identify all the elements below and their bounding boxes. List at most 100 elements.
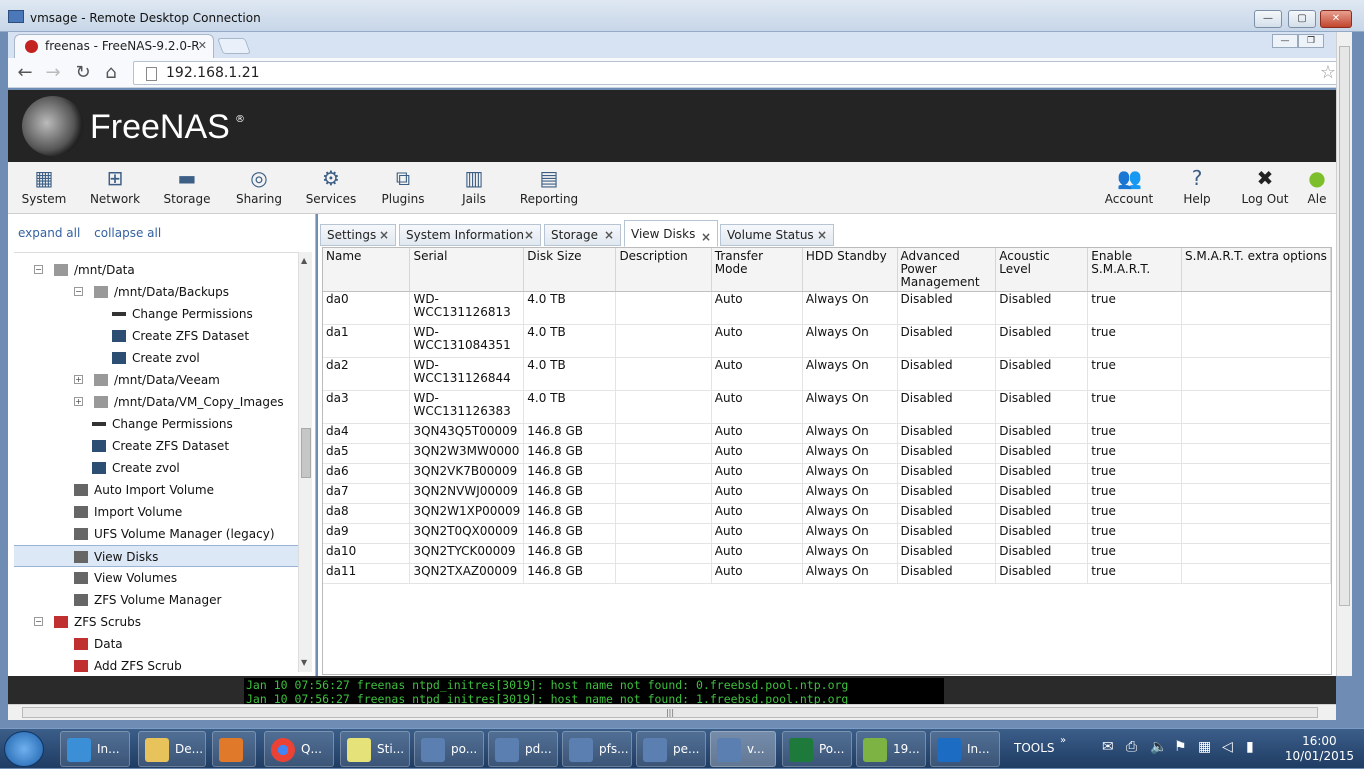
col-header[interactable]: Enable S.M.A.R.T. (1087, 248, 1182, 292)
tree-node-add-zfs-scrub[interactable]: Add ZFS Scrub (74, 655, 182, 672)
taskbar-rdp-3[interactable]: pfs... (562, 731, 632, 767)
home-icon[interactable]: ⌂ (100, 62, 122, 83)
browser-tab-freenas[interactable]: freenas - FreeNAS-9.2.0-R ✕ (14, 34, 214, 58)
col-header[interactable]: Name (323, 248, 411, 292)
reload-icon[interactable]: ↻ (72, 62, 94, 83)
minimize-button[interactable]: — (1254, 10, 1282, 28)
network-tray-icon[interactable]: ▦ (1198, 739, 1211, 755)
table-row[interactable]: da9 3QN2T0QX00009 146.8 GB Auto Always On Dis… (323, 523, 1331, 544)
taskbar-rdp-active[interactable]: v... (710, 731, 776, 767)
tab-settings[interactable]: Settings × (320, 224, 396, 246)
outlook-tray-icon[interactable]: ✉ (1102, 739, 1114, 755)
tree-node-zfs-scrubs[interactable]: − ZFS Scrubs (34, 611, 141, 633)
tree-node-create-zvol[interactable]: Create zvol (112, 347, 200, 369)
tree-node-view-volumes[interactable]: View Volumes (74, 567, 177, 589)
taskbar-ie[interactable]: In... (60, 731, 130, 767)
scroll-thumb[interactable] (301, 428, 311, 478)
nav-sharing[interactable]: ◎ Sharing (223, 166, 295, 206)
table-row[interactable]: da11 3QN2TXAZ00009 146.8 GB Auto Always On Di… (323, 563, 1331, 584)
browser-restore-button[interactable]: ❐ (1298, 34, 1324, 48)
collapse-icon[interactable]: − (34, 265, 43, 274)
tab-close-icon[interactable]: × (524, 225, 534, 245)
page-scroll-thumb[interactable] (1339, 46, 1350, 606)
tree-node-view-disks[interactable]: View Disks (14, 545, 298, 567)
nav-system[interactable]: ▦ System (8, 166, 80, 206)
nav-alert[interactable]: ● Ale (1298, 166, 1336, 206)
table-row[interactable]: da5 3QN2W3MW0000 146.8 GB Auto Always On Disa… (323, 443, 1331, 464)
col-header[interactable]: Description (615, 248, 712, 292)
col-header[interactable]: Advanced Power Management (897, 248, 997, 292)
bookmark-star-icon[interactable]: ☆ (1320, 62, 1336, 83)
tab-close-icon[interactable]: × (379, 225, 389, 245)
page-scrollbar[interactable] (1336, 32, 1352, 676)
table-row[interactable]: da1 WD- WCC131084351 4.0 TB Auto Always On Dis… (323, 324, 1331, 358)
tab-storage[interactable]: Storage × (544, 224, 621, 246)
taskbar-media[interactable] (212, 731, 256, 767)
tab-close-icon[interactable]: ✕ (198, 35, 207, 57)
back-arrow-icon[interactable]: ← (14, 62, 36, 83)
table-row[interactable]: da6 3QN2VK7B00009 146.8 GB Auto Always On Dis… (323, 463, 1331, 484)
tab-view-disks[interactable]: View Disks × (624, 220, 718, 247)
tab-close-icon[interactable]: × (817, 225, 827, 245)
col-header[interactable]: S.M.A.R.T. extra options (1181, 248, 1331, 292)
taskbar-chrome[interactable]: Q... (264, 731, 334, 767)
address-bar[interactable]: 192.168.1.21 ☆ (133, 61, 1343, 85)
tree-node-backups[interactable]: − /mnt/Data/Backups (74, 281, 229, 303)
tree-node-create-zfs-dataset[interactable]: Create ZFS Dataset (112, 325, 249, 347)
close-button[interactable]: ✕ (1320, 10, 1352, 28)
tree-node-veeam[interactable]: + /mnt/Data/Veeam (74, 369, 220, 391)
expand-all-link[interactable]: expand all (18, 226, 80, 240)
tree-node-mnt-data[interactable]: − /mnt/Data (34, 259, 135, 281)
flag-icon[interactable]: ⚑ (1174, 739, 1187, 755)
taskbar-excel[interactable]: Po... (782, 731, 852, 767)
nav-help[interactable]: ? Help (1161, 166, 1233, 206)
expand-icon[interactable]: + (74, 375, 83, 384)
nav-plugins[interactable]: ⧉ Plugins (367, 166, 439, 206)
col-header[interactable]: Acoustic Level (995, 248, 1089, 292)
table-row[interactable]: da10 3QN2TYCK00009 146.8 GB Auto Always On Di… (323, 543, 1331, 564)
table-row[interactable]: da2 WD- WCC131126844 4.0 TB Auto Always On Dis… (323, 357, 1331, 391)
start-button[interactable] (4, 731, 44, 767)
clock[interactable]: 16:00 10/01/2015 (1285, 734, 1354, 764)
table-row[interactable]: da4 3QN43Q5T00009 146.8 GB Auto Always On Dis… (323, 423, 1331, 444)
horizontal-scrollbar[interactable]: ||| (8, 704, 1336, 720)
printer-icon[interactable]: ⎙ (1126, 739, 1137, 755)
nav-reporting[interactable]: ▤ Reporting (513, 166, 585, 206)
maximize-button[interactable]: ▢ (1288, 10, 1316, 28)
taskbar-rdp-2[interactable]: pd... (488, 731, 558, 767)
toolbar-expand-icon[interactable]: » (1060, 735, 1066, 746)
col-header[interactable]: Disk Size (523, 248, 617, 292)
tab-close-icon[interactable]: × (604, 225, 614, 245)
tree-node-auto-import-volume[interactable]: Auto Import Volume (74, 479, 214, 501)
speaker-icon[interactable]: 🔈 (1150, 739, 1167, 755)
collapse-icon[interactable]: − (74, 287, 83, 296)
col-header[interactable]: Serial (409, 248, 525, 292)
tree-node-scrub-data[interactable]: Data (74, 633, 123, 655)
tree-node-change-permissions[interactable]: Change Permissions (112, 303, 253, 325)
tree-node-vm-copy-images[interactable]: + /mnt/Data/VM_Copy_Images (74, 391, 284, 413)
horizontal-scroll-thumb[interactable]: ||| (22, 707, 1318, 718)
taskbar-sticky[interactable]: Sti... (340, 731, 410, 767)
tree-node-change-permissions[interactable]: Change Permissions (92, 413, 233, 435)
table-row[interactable]: da7 3QN2NVWJ00009 146.8 GB Auto Always On Dis… (323, 483, 1331, 504)
tree-node-zfs-volume-manager[interactable]: ZFS Volume Manager (74, 589, 221, 611)
nav-services[interactable]: ⚙ Services (295, 166, 367, 206)
nav-account[interactable]: 👥 Account (1093, 166, 1165, 206)
tree-node-create-zvol[interactable]: Create zvol (92, 457, 180, 479)
taskbar-rdp-4[interactable]: pe... (636, 731, 706, 767)
volume-icon[interactable]: ◁ (1222, 739, 1233, 755)
table-row[interactable]: da3 WD- WCC131126383 4.0 TB Auto Always On Dis… (323, 390, 1331, 424)
tab-system-information[interactable]: System Information × (399, 224, 541, 246)
tree-node-import-volume[interactable]: Import Volume (74, 501, 182, 523)
nav-storage[interactable]: ▬ Storage (151, 166, 223, 206)
tools-toolbar[interactable]: TOOLS (1014, 741, 1055, 755)
table-row[interactable]: da0 WD- WCC131126813 4.0 TB Auto Always On Dis… (323, 291, 1331, 325)
tree-node-ufs-volume-manager[interactable]: UFS Volume Manager (legacy) (74, 523, 275, 545)
collapse-all-link[interactable]: collapse all (94, 226, 161, 240)
scroll-down-arrow-icon[interactable]: ▼ (301, 658, 307, 667)
browser-minimize-button[interactable]: — (1272, 34, 1298, 48)
tree-scrollbar[interactable]: ▲ ▼ (298, 252, 312, 672)
collapse-icon[interactable]: − (34, 617, 43, 626)
nav-jails[interactable]: ▥ Jails (438, 166, 510, 206)
battery-icon[interactable]: ▮ (1246, 739, 1254, 755)
